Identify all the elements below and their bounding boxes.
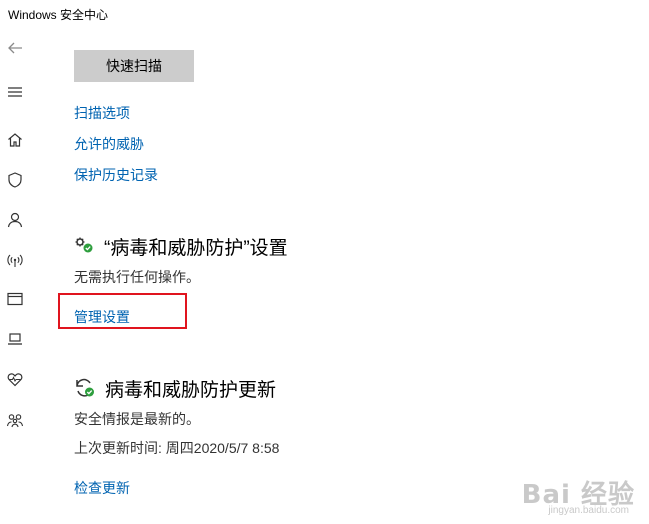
hamburger-menu-icon[interactable] — [4, 81, 26, 103]
settings-section-title: “病毒和威胁防护”设置 — [104, 238, 288, 259]
watermark-url: jingyan.baidu.com — [548, 505, 629, 516]
title-bar: Windows 安全中心 — [0, 0, 649, 28]
laptop-icon[interactable] — [4, 328, 26, 350]
heart-pulse-icon[interactable] — [4, 368, 26, 390]
app-browser-icon[interactable] — [4, 288, 26, 310]
settings-status-text: 无需执行任何操作。 — [74, 269, 200, 285]
refresh-check-icon — [74, 377, 96, 399]
watermark: Bai 经验 jingyan.baidu.com — [517, 474, 635, 516]
scan-options-link[interactable]: 扫描选项 — [74, 103, 130, 123]
gear-check-icon — [74, 236, 96, 258]
manage-settings-link[interactable]: 管理设置 — [74, 307, 130, 327]
sidebar — [0, 28, 30, 524]
allowed-threats-link[interactable]: 允许的威胁 — [74, 134, 144, 154]
back-arrow-icon[interactable] — [4, 37, 26, 59]
family-icon[interactable] — [4, 409, 26, 431]
wireless-icon[interactable] — [4, 249, 26, 271]
window-title: Windows 安全中心 — [8, 8, 109, 22]
update-status-text: 安全情报是最新的。 — [74, 411, 200, 427]
protection-history-link[interactable]: 保护历史记录 — [74, 165, 158, 185]
person-icon[interactable] — [4, 209, 26, 231]
update-section-title: 病毒和威胁防护更新 — [105, 380, 277, 401]
last-update-text: 上次更新时间: 周四2020/5/7 8:58 — [74, 440, 280, 456]
quick-scan-button[interactable]: 快速扫描 — [74, 50, 194, 82]
shield-icon[interactable] — [4, 169, 26, 191]
home-icon[interactable] — [4, 129, 26, 151]
check-updates-link[interactable]: 检查更新 — [74, 478, 130, 498]
